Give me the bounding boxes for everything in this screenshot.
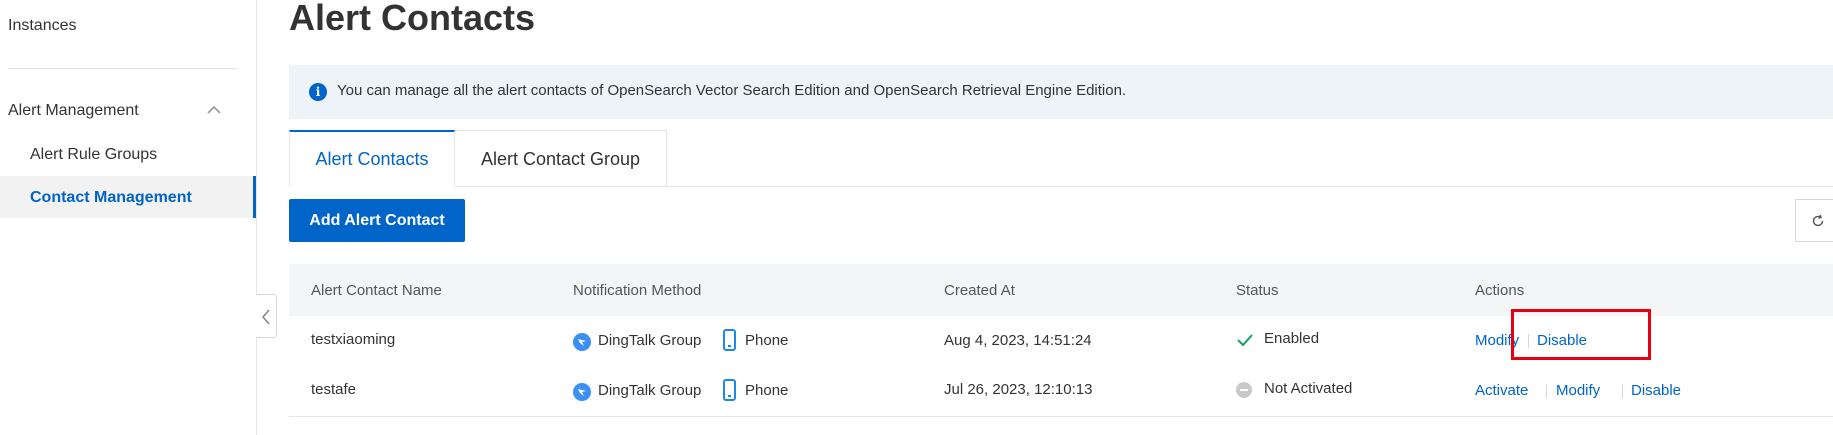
column-header-status: Status <box>1236 282 1279 299</box>
modify-link[interactable]: Modify <box>1556 382 1600 399</box>
method-label: Phone <box>745 382 789 399</box>
sidebar-item-contact-management-label[interactable]: Contact Management <box>30 189 192 207</box>
column-header-created: Created At <box>944 282 1015 299</box>
add-alert-contact-button[interactable]: Add Alert Contact <box>289 199 465 242</box>
created-at: Jul 26, 2023, 12:10:13 <box>944 381 1093 398</box>
page-title: Alert Contacts <box>289 0 536 38</box>
check-icon <box>1237 334 1253 347</box>
sidebar-divider <box>8 68 238 69</box>
active-indicator <box>253 176 256 218</box>
column-header-name: Alert Contact Name <box>311 282 442 299</box>
status-cell: Not Activated <box>1236 380 1376 400</box>
sidebar-group-alert-management[interactable]: Alert Management <box>8 102 139 120</box>
sidebar: Instances Alert Management Alert Rule Gr… <box>0 0 257 435</box>
contact-name: testafe <box>311 381 357 398</box>
phone-icon <box>723 379 736 401</box>
tab-alert-contact-group[interactable]: Alert Contact Group <box>455 130 667 187</box>
sidebar-item-alert-rule-groups[interactable]: Alert Rule Groups <box>30 146 157 164</box>
method-label: DingTalk Group <box>598 332 702 349</box>
tab-alert-contacts[interactable]: Alert Contacts <box>289 130 455 187</box>
dingtalk-icon <box>573 383 591 401</box>
column-header-actions: Actions <box>1475 282 1525 299</box>
chevron-up-icon[interactable] <box>204 100 224 120</box>
sidebar-collapse-button[interactable] <box>256 294 277 338</box>
method-label: Phone <box>745 332 789 349</box>
refresh-icon <box>1812 214 1824 227</box>
status-text: Not Activated <box>1264 380 1353 397</box>
status-text: Enabled <box>1264 330 1320 347</box>
info-banner: i You can manage all the alert contacts … <box>289 65 1833 119</box>
status-cell: Enabled <box>1236 330 1356 350</box>
sidebar-item-instances[interactable]: Instances <box>8 17 76 35</box>
created-at: Aug 4, 2023, 14:51:24 <box>944 332 1092 349</box>
action-separator <box>1546 384 1547 398</box>
highlight-box <box>1511 309 1651 360</box>
table-row <box>289 417 1833 435</box>
phone-icon <box>723 329 736 351</box>
contact-name: testxiaoming <box>311 331 396 348</box>
disabled-status-icon <box>1236 382 1252 398</box>
chevron-left-icon <box>261 309 270 325</box>
refresh-button[interactable] <box>1795 199 1833 242</box>
dingtalk-icon <box>573 333 591 351</box>
method-label: DingTalk Group <box>598 382 702 399</box>
info-icon: i <box>309 83 327 101</box>
table-row: testafe DingTalk Group Phone Jul 26, 202… <box>289 366 1833 417</box>
column-header-method: Notification Method <box>573 282 702 299</box>
activate-link[interactable]: Activate <box>1475 382 1528 399</box>
disable-link[interactable]: Disable <box>1631 382 1681 399</box>
info-text: You can manage all the alert contacts of… <box>337 82 1127 99</box>
action-separator <box>1622 384 1623 398</box>
